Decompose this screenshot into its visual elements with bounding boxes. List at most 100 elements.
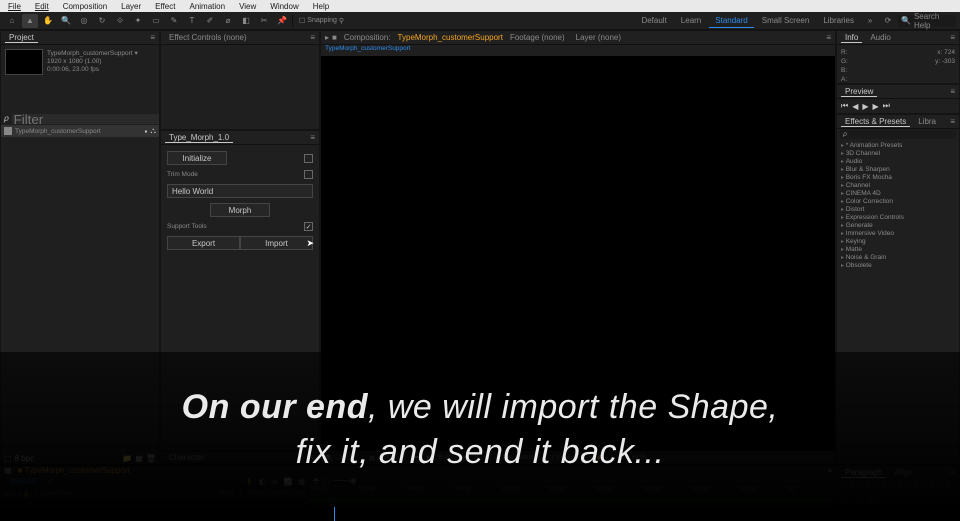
info-tab[interactable]: Info [841, 33, 862, 43]
folder-icon: ▪ [145, 127, 148, 136]
type-tool-icon[interactable]: T [184, 14, 200, 28]
initialize-checkbox[interactable] [304, 154, 313, 163]
export-button[interactable]: Export [167, 236, 240, 250]
prev-frame-icon[interactable]: ◀ [852, 102, 858, 111]
last-frame-icon[interactable]: ⏭ [883, 101, 890, 111]
trim-mode-checkbox[interactable] [304, 170, 313, 179]
project-item-meta: TypeMorph_customerSupport ▾ 1920 x 1080 … [47, 49, 138, 75]
layer-tab[interactable]: Layer (none) [572, 33, 625, 42]
play-icon[interactable]: ▶ [862, 102, 868, 111]
home-icon[interactable]: ⌂ [4, 14, 20, 28]
workspace-small[interactable]: Small Screen [756, 14, 816, 27]
hand-tool-icon[interactable]: ✋ [40, 14, 56, 28]
panel-menu-icon[interactable]: ≡ [150, 33, 155, 42]
text-input[interactable]: Hello World [167, 184, 313, 198]
project-tab[interactable]: Project [5, 33, 38, 43]
workspace-learn[interactable]: Learn [675, 14, 707, 27]
list-item[interactable]: Expression Controls [839, 214, 957, 221]
comp-marker-icon[interactable]: ■ [332, 33, 337, 42]
list-item[interactable]: CINEMA 4D [839, 190, 957, 197]
menu-layer[interactable]: Layer [117, 2, 145, 11]
list-item[interactable]: * Animation Presets [839, 142, 957, 149]
list-item[interactable]: Matte [839, 246, 957, 253]
panel-menu-icon[interactable]: ≡ [950, 117, 955, 126]
menu-view[interactable]: View [235, 2, 260, 11]
panel-menu-icon[interactable]: ≡ [310, 33, 315, 42]
rotate-tool-icon[interactable]: ↻ [94, 14, 110, 28]
support-tools-label: Support Tools [167, 223, 207, 230]
workspace-libraries[interactable]: Libraries [817, 14, 860, 27]
cursor-icon: ➤ [306, 238, 314, 249]
snapping-toggle[interactable]: ☐Snapping⚲ [295, 17, 348, 25]
menu-composition[interactable]: Composition [59, 2, 111, 11]
eraser-tool-icon[interactable]: ◧ [238, 14, 254, 28]
first-frame-icon[interactable]: ⏮ [841, 101, 848, 111]
effects-presets-tab[interactable]: Effects & Presets [841, 117, 910, 127]
workspace-overflow-icon[interactable]: » [862, 14, 878, 28]
footage-tab[interactable]: Footage (none) [506, 33, 569, 42]
composition-breadcrumb[interactable]: TypeMorph_customerSupport [325, 45, 411, 52]
panel-menu-icon[interactable]: ≡ [826, 33, 831, 42]
libraries-tab[interactable]: Libra [914, 117, 940, 126]
workspace-default[interactable]: Default [635, 14, 672, 27]
marker-icon: ⛬ [150, 126, 156, 136]
next-frame-icon[interactable]: ▶ [873, 102, 879, 111]
menubar[interactable]: File Edit Composition Layer Effect Anima… [0, 0, 960, 12]
shape-tool-icon[interactable]: ▭ [148, 14, 164, 28]
audio-tab[interactable]: Audio [866, 33, 894, 42]
clone-tool-icon[interactable]: ⌀ [220, 14, 236, 28]
orbit-tool-icon[interactable]: ◎ [76, 14, 92, 28]
menu-edit[interactable]: Edit [31, 2, 53, 11]
camera-tool-icon[interactable]: ⟐ [112, 14, 128, 28]
effect-controls-tab[interactable]: Effect Controls (none) [165, 33, 251, 42]
search-placeholder: Search Help [914, 12, 953, 30]
menu-effect[interactable]: Effect [151, 2, 179, 11]
preview-tab[interactable]: Preview [841, 87, 877, 97]
menu-window[interactable]: Window [266, 2, 302, 11]
morph-button[interactable]: Morph [210, 203, 270, 217]
project-item-label: TypeMorph_customerSupport [15, 128, 101, 135]
project-filter-input[interactable] [12, 114, 159, 124]
panel-menu-icon[interactable]: ≡ [950, 87, 955, 96]
menu-animation[interactable]: Animation [185, 2, 229, 11]
list-item[interactable]: Generate [839, 222, 957, 229]
puppet-tool-icon[interactable]: 📌 [274, 14, 290, 28]
list-item[interactable]: Channel [839, 182, 957, 189]
import-button[interactable]: Import ➤ [240, 236, 313, 250]
list-item[interactable]: Noise & Grain [839, 254, 957, 261]
list-item[interactable]: Audio [839, 158, 957, 165]
menu-file[interactable]: File [4, 2, 25, 11]
type-morph-tab[interactable]: Type_Morph_1.0 [165, 133, 233, 143]
anchor-tool-icon[interactable]: ✦ [130, 14, 146, 28]
list-item[interactable]: 3D Channel [839, 150, 957, 157]
workspace-standard[interactable]: Standard [709, 14, 753, 28]
info-panel: Info Audio ≡ R:x: 724 G:y: -303 B: A: [836, 30, 960, 84]
search-help[interactable]: 🔍 Search Help [898, 15, 956, 27]
initialize-button[interactable]: Initialize [167, 151, 227, 165]
list-item[interactable]: Obsolete [839, 262, 957, 269]
composition-tab-prefix[interactable]: Composition: [340, 33, 395, 42]
selection-tool-icon[interactable]: ▲ [22, 14, 38, 28]
project-list-item[interactable]: TypeMorph_customerSupport ▪ ⛬ [1, 125, 159, 137]
zoom-tool-icon[interactable]: 🔍 [58, 14, 74, 28]
list-item[interactable]: Immersive Video [839, 230, 957, 237]
roto-tool-icon[interactable]: ✂ [256, 14, 272, 28]
project-panel-header: Project ≡ [1, 31, 159, 45]
list-item[interactable]: Color Correction [839, 198, 957, 205]
list-item[interactable]: Blur & Sharpen [839, 166, 957, 173]
panel-menu-icon[interactable]: ≡ [950, 33, 955, 42]
list-item[interactable]: Keying [839, 238, 957, 245]
pen-tool-icon[interactable]: ✎ [166, 14, 182, 28]
layer-indicator-icon: ▸ [325, 33, 329, 42]
search-icon: 🔍 [901, 16, 911, 25]
effects-search-input[interactable]: 𝜌 [840, 130, 956, 139]
brush-tool-icon[interactable]: ✐ [202, 14, 218, 28]
list-item[interactable]: Boris FX Mocha [839, 174, 957, 181]
panel-menu-icon[interactable]: ≡ [310, 133, 315, 142]
composition-tab-name[interactable]: TypeMorph_customerSupport [398, 33, 503, 42]
support-tools-checkbox[interactable] [304, 222, 313, 231]
reset-workspace-icon[interactable]: ⟳ [880, 14, 896, 28]
project-search-row[interactable]: 𝜌 [1, 113, 159, 125]
menu-help[interactable]: Help [309, 2, 333, 11]
list-item[interactable]: Distort [839, 206, 957, 213]
